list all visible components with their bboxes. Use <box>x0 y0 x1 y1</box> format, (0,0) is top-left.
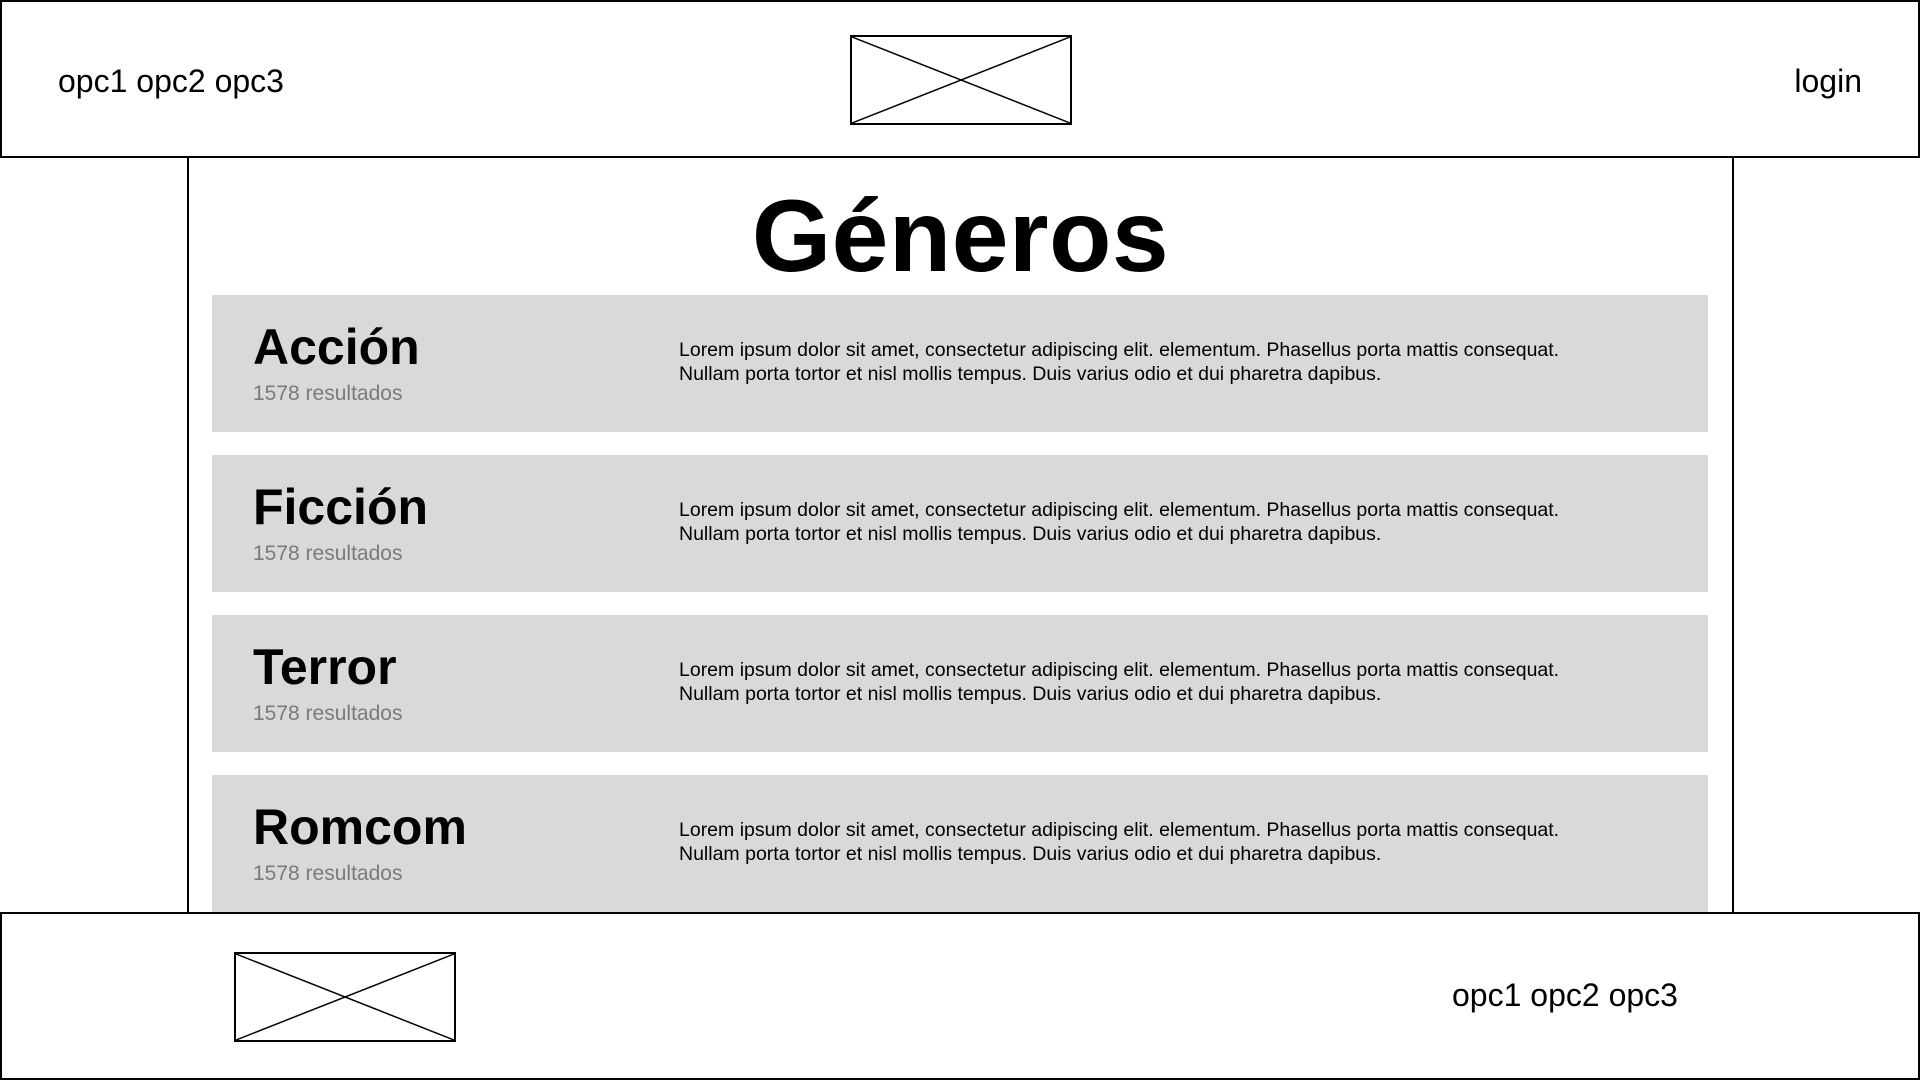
genre-card-romcom[interactable]: Romcom 1578 resultados Lorem ipsum dolor… <box>212 775 1708 912</box>
genre-count: 1578 resultados <box>253 862 403 885</box>
genre-description: Lorem ipsum dolor sit amet, consectetur … <box>679 338 1669 386</box>
genre-name: Terror <box>253 639 397 695</box>
genre-name: Acción <box>253 319 420 375</box>
genre-name: Romcom <box>253 799 467 855</box>
header: opc1 opc2 opc3 login <box>0 0 1920 158</box>
page-title: Géneros <box>751 179 1170 293</box>
genre-card-terror[interactable]: Terror 1578 resultados Lorem ipsum dolor… <box>212 615 1708 752</box>
genre-card-ficcion[interactable]: Ficción 1578 resultados Lorem ipsum dolo… <box>212 455 1708 592</box>
genre-list: Acción 1578 resultados Lorem ipsum dolor… <box>212 295 1708 935</box>
genre-count: 1578 resultados <box>253 542 403 565</box>
footer-nav-opc3[interactable]: opc3 <box>1609 977 1678 1013</box>
footer-nav-opc2[interactable]: opc2 <box>1530 977 1599 1013</box>
genre-card-accion[interactable]: Acción 1578 resultados Lorem ipsum dolor… <box>212 295 1708 432</box>
image-placeholder-icon <box>852 37 1070 123</box>
genre-count: 1578 resultados <box>253 382 403 405</box>
genre-name: Ficción <box>253 479 429 535</box>
genre-count: 1578 resultados <box>253 702 403 725</box>
genre-description-line: Nullam porta tortor et nisl mollis tempu… <box>679 363 1382 385</box>
genre-description-line: Nullam porta tortor et nisl mollis tempu… <box>679 523 1382 545</box>
footer: opc1 opc2 opc3 <box>0 912 1920 1080</box>
genre-description-line: Nullam porta tortor et nisl mollis tempu… <box>679 843 1382 865</box>
genre-description-line: Nullam porta tortor et nisl mollis tempu… <box>679 683 1382 705</box>
footer-nav: opc1 opc2 opc3 <box>1452 976 1678 1014</box>
footer-nav-opc1[interactable]: opc1 <box>1452 977 1521 1013</box>
header-nav-opc2[interactable]: opc2 <box>136 63 205 99</box>
genre-description: Lorem ipsum dolor sit amet, consectetur … <box>679 498 1669 546</box>
header-logo-image-placeholder-icon[interactable] <box>850 35 1072 125</box>
header-nav: opc1 opc2 opc3 <box>58 62 284 100</box>
header-nav-opc3[interactable]: opc3 <box>215 63 284 99</box>
header-nav-opc1[interactable]: opc1 <box>58 63 127 99</box>
genre-description: Lorem ipsum dolor sit amet, consectetur … <box>679 818 1669 866</box>
footer-logo-image-placeholder-icon[interactable] <box>234 952 456 1042</box>
genre-description-line: Lorem ipsum dolor sit amet, consectetur … <box>679 339 1560 361</box>
main-content: Géneros Acción 1578 resultados Lorem ips… <box>187 156 1734 916</box>
page: opc1 opc2 opc3 login Géneros Acción 1578… <box>0 0 1920 1080</box>
login-link[interactable]: login <box>1794 62 1862 100</box>
genre-description: Lorem ipsum dolor sit amet, consectetur … <box>679 658 1669 706</box>
genre-description-line: Lorem ipsum dolor sit amet, consectetur … <box>679 659 1560 681</box>
genre-description-line: Lorem ipsum dolor sit amet, consectetur … <box>679 819 1560 841</box>
genre-description-line: Lorem ipsum dolor sit amet, consectetur … <box>679 499 1560 521</box>
image-placeholder-icon <box>236 954 454 1040</box>
